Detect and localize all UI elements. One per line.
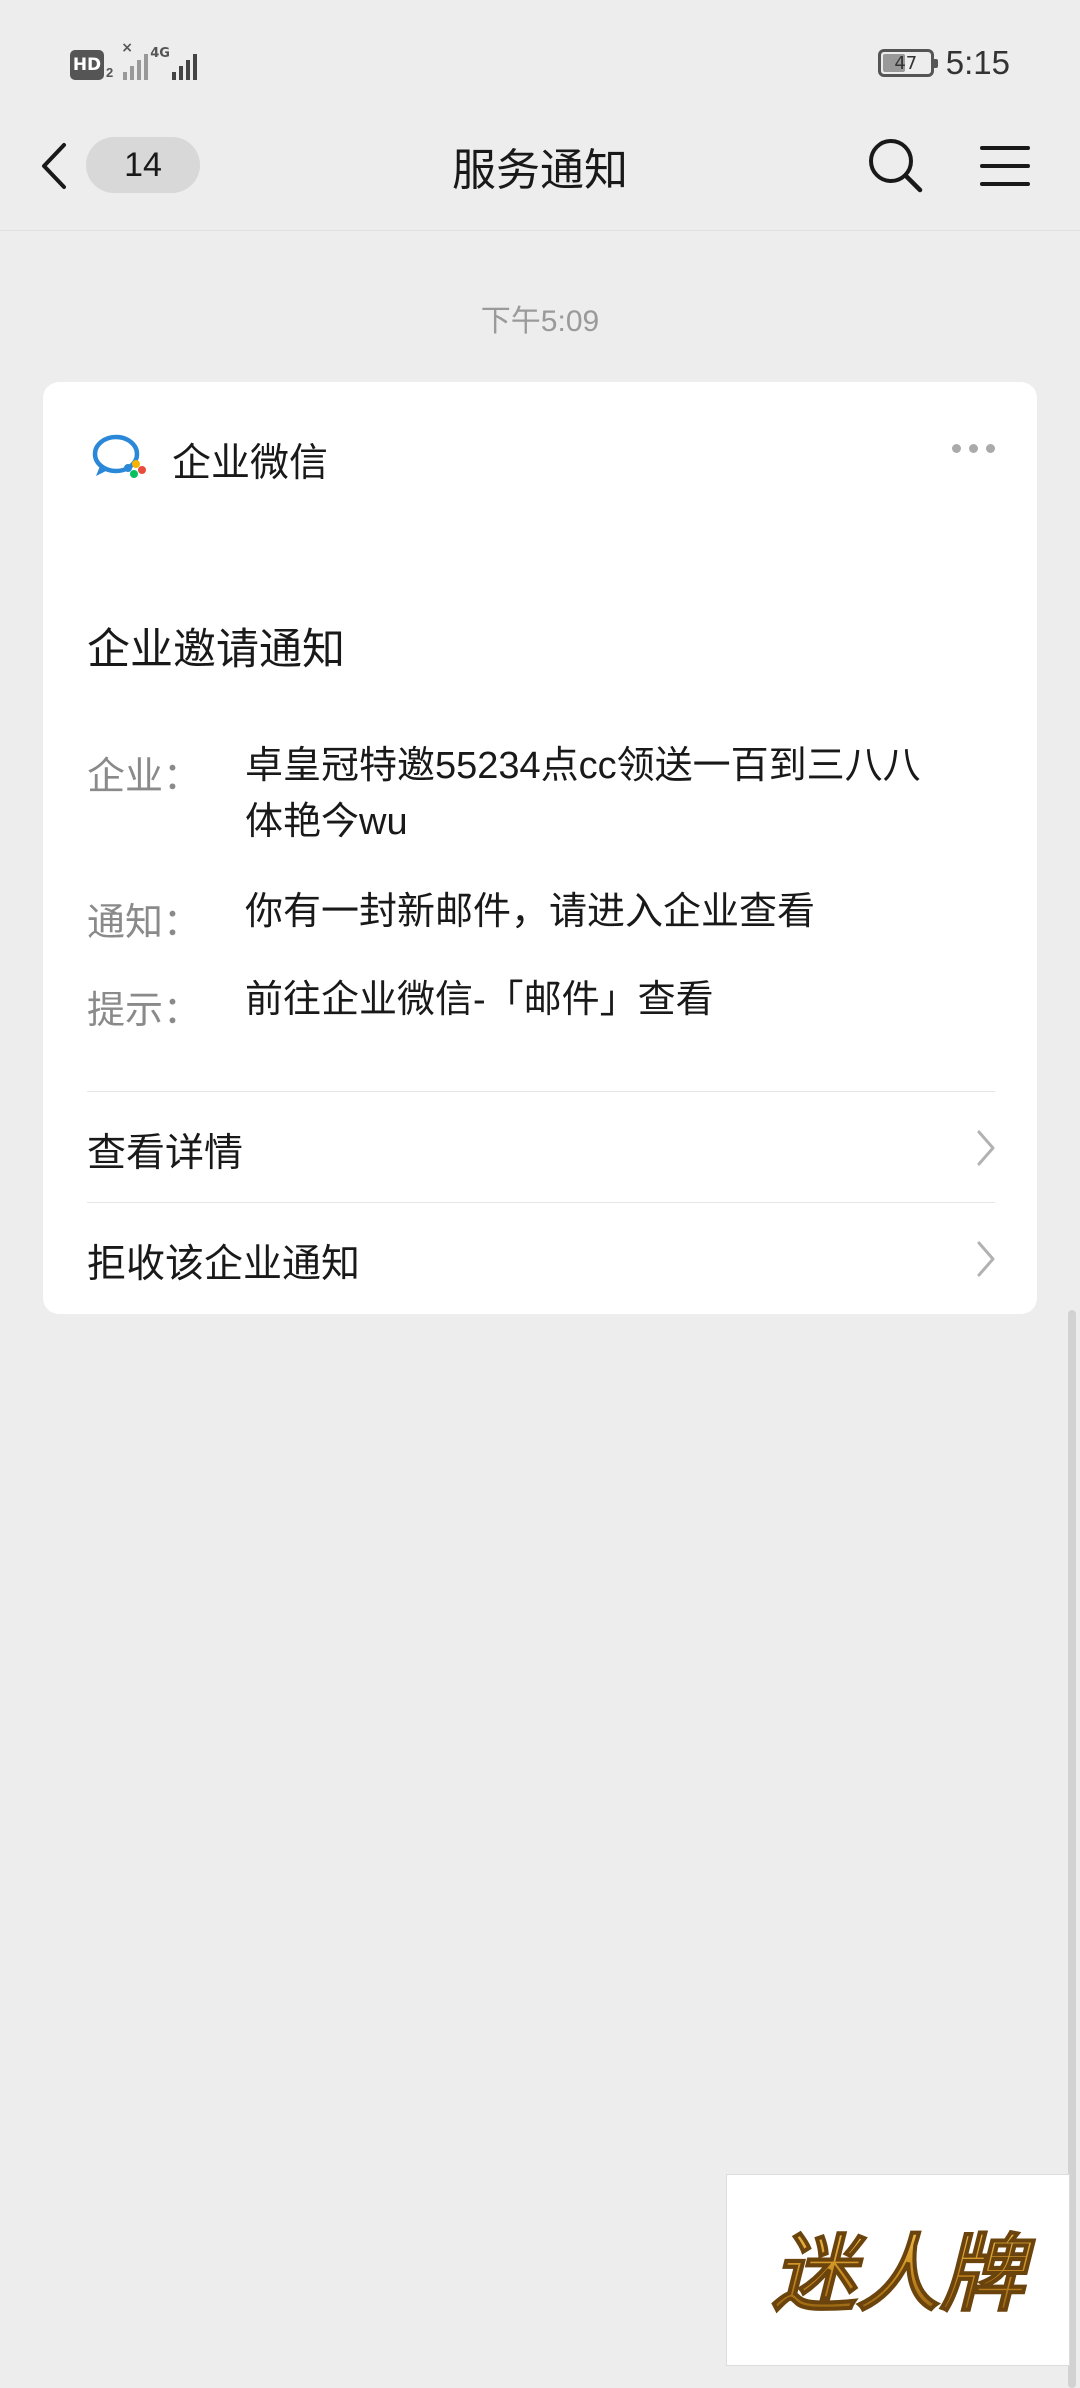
field-value-line: 体艳今wu	[245, 801, 408, 843]
field-label-hint: 提示：	[87, 990, 202, 1032]
watermark-logo-image: 迷人牌	[771, 2224, 1037, 2324]
menu-button[interactable]	[976, 138, 1032, 194]
message-timestamp: 下午5:09	[480, 305, 600, 338]
menu-icon	[980, 146, 1030, 186]
field-value-line: 卓皇冠特邀55234点cc领送一百到三八八	[245, 745, 921, 787]
hd-badge: HD	[70, 50, 104, 80]
chevron-right-icon	[977, 1241, 995, 1277]
field-label-enterprise: 企业：	[87, 756, 202, 798]
more-options-button[interactable]	[952, 444, 995, 453]
search-button[interactable]	[866, 136, 926, 196]
svg-text:迷人牌: 迷人牌	[772, 2225, 1036, 2323]
status-left-indicators: HD 2 × 4G	[70, 40, 198, 80]
signal-sim2-icon: 4G	[150, 46, 198, 80]
field-value-enterprise: 卓皇冠特邀55234点cc领送一百到三八八 体艳今wu	[245, 738, 1005, 850]
chevron-right-icon	[977, 1130, 995, 1166]
more-dot-icon	[969, 444, 978, 453]
field-value-hint: 前往企业微信-「邮件」查看	[245, 972, 1005, 1028]
search-icon	[869, 139, 923, 193]
status-time: 5:15	[945, 44, 1010, 81]
wecom-logo-icon	[92, 434, 146, 478]
more-dot-icon	[952, 444, 961, 453]
view-details-label: 查看详情	[87, 1132, 244, 1175]
more-dot-icon	[986, 444, 995, 453]
status-right-indicators: 47 5:15	[877, 44, 1010, 82]
sim-index: 2	[106, 65, 114, 80]
field-value-line: 前往企业微信-「邮件」查看	[245, 979, 714, 1021]
watermark-logo: 迷人牌	[726, 2174, 1070, 2366]
reject-notification-label: 拒收该企业通知	[87, 1243, 361, 1286]
nav-bar: 14 服务通知	[0, 100, 1080, 231]
field-value-notice: 你有一封新邮件，请进入企业查看	[245, 884, 1005, 940]
field-label-notice: 通知：	[87, 902, 202, 944]
notification-card: 企业微信 企业邀请通知 企业： 卓皇冠特邀55234点cc领送一百到三八八 体艳…	[43, 382, 1037, 1314]
battery-level: 47	[894, 52, 918, 74]
notification-title: 企业邀请通知	[87, 626, 345, 674]
app-name: 企业微信	[172, 442, 329, 485]
signal-sim1-icon: ×	[121, 40, 149, 80]
field-value-line: 你有一封新邮件，请进入企业查看	[245, 891, 816, 933]
battery-icon: 47	[877, 49, 938, 77]
reject-notification-row[interactable]: 拒收该企业通知	[43, 1203, 1037, 1313]
network-type-label: 4G	[150, 46, 170, 61]
view-details-row[interactable]: 查看详情	[43, 1092, 1037, 1202]
